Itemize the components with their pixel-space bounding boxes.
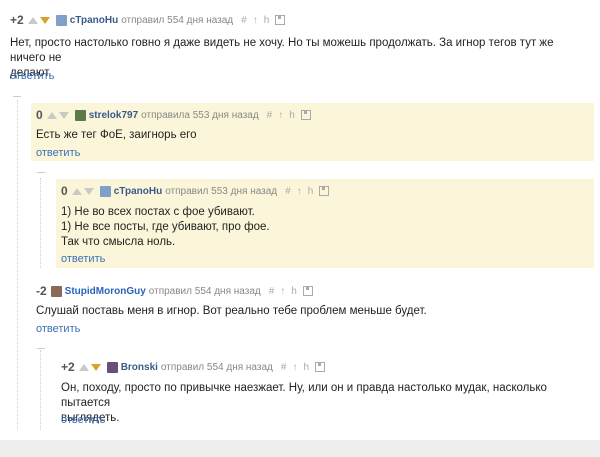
comment-author[interactable]: сТраnоНu [70,15,119,26]
thread-icon[interactable]: h [291,286,297,297]
comment-score: +2 [61,360,75,374]
reply-link[interactable]: ответить [61,253,105,265]
thread-icon[interactable]: h [308,186,314,197]
comment-author[interactable]: strelok797 [89,110,138,121]
parent-icon[interactable]: ↑ [280,286,285,297]
comment-author[interactable]: StupidMoronGuy [65,286,146,297]
comment-header: -2 StupidMoronGuy отправил 554 дня назад… [36,283,313,299]
save-icon[interactable] [315,362,325,372]
comment-author[interactable]: Bronski [121,362,158,373]
comment-score: +2 [10,13,24,27]
comment-line: делают. [10,67,52,79]
comment-line: 1) Не во всех постах с фое убивают. [61,206,255,218]
comment: +2 сТраnоНu отправил 554 дня назад # ↑ h… [10,12,595,87]
permalink-icon[interactable]: # [269,286,275,297]
comment: 0 сТраnоНu отправил 553 дня назад # ↑ h … [61,183,591,268]
downvote-icon[interactable] [90,363,101,371]
comment-line: Так что смысла ноль. [61,236,176,248]
parent-icon[interactable]: ↑ [253,15,258,26]
comment-line: Слушай поставь меня в игнор. Вот реально… [36,305,427,317]
collapse-icon[interactable] [37,172,45,173]
comment-meta: отправил 554 дня назад [148,285,261,297]
comment-header: 0 strelok797 отправила 553 дня назад # ↑… [36,107,311,123]
collapse-icon[interactable] [37,348,45,349]
comment-meta: отправил 554 дня назад [160,361,273,373]
comment-text: Слушай поставь меня в игнор. Вот реально… [36,304,581,319]
save-icon[interactable] [302,286,313,296]
reply-link[interactable]: ответить [61,414,105,426]
comment-text: Нет, просто настолько говно я даже видет… [10,36,590,81]
comment-line: выглядеть. [61,412,120,424]
thread-icon[interactable]: h [303,362,309,373]
comment-author[interactable]: сТраnоНu [114,186,163,197]
avatar[interactable] [50,285,62,297]
reply-link[interactable]: ответить [10,70,54,82]
comment: -2 StupidMoronGuy отправил 554 дня назад… [36,283,591,338]
thread-line [17,100,19,430]
avatar[interactable] [74,109,86,121]
comment-meta: отправил 554 дня назад [121,14,234,26]
comment-meta: отправила 553 дня назад [141,109,259,121]
comment-text: Есть же тег ФоЕ, заигнорь его [36,128,576,143]
comment-header: 0 сТраnоНu отправил 553 дня назад # ↑ h [61,183,330,199]
downvote-icon[interactable] [83,187,94,195]
comment-header: +2 Bronski отправил 554 дня назад # ↑ h [61,359,325,375]
comment-line: Он, походу, просто по привычке наезжает.… [61,382,547,409]
page-footer-bar [0,440,600,457]
upvote-icon[interactable] [71,187,82,195]
comment-score: 0 [61,184,68,198]
comment-line: 1) Не все посты, где убивают, про фое. [61,221,270,233]
avatar[interactable] [106,361,118,373]
thread-icon[interactable]: h [264,15,270,26]
upvote-icon[interactable] [27,16,38,24]
save-icon[interactable] [300,110,311,120]
collapse-icon[interactable] [13,96,21,97]
downvote-icon[interactable] [39,16,50,24]
comment: 0 strelok797 отправила 553 дня назад # ↑… [36,107,591,162]
permalink-icon[interactable]: # [281,362,287,373]
permalink-icon[interactable]: # [285,186,291,197]
comment-text: Он, походу, просто по привычке наезжает.… [61,381,581,426]
comment-line: Нет, просто настолько говно я даже видет… [10,37,554,64]
reply-link[interactable]: ответить [36,147,80,159]
comment-header: +2 сТраnоНu отправил 554 дня назад # ↑ h [10,12,286,28]
avatar[interactable] [99,185,111,197]
comment: +2 Bronski отправил 554 дня назад # ↑ h … [61,359,591,431]
thread-line [40,178,42,268]
thread-icon[interactable]: h [289,110,295,121]
downvote-icon[interactable] [58,111,69,119]
save-icon[interactable] [319,186,330,196]
upvote-icon[interactable] [78,363,89,371]
comment-score: 0 [36,108,43,122]
upvote-icon[interactable] [46,111,57,119]
comment-text: 1) Не во всех постах с фое убивают. 1) Н… [61,205,581,250]
reply-link[interactable]: ответить [36,323,80,335]
comment-score: -2 [36,284,47,298]
parent-icon[interactable]: ↑ [292,362,297,373]
thread-line [40,350,42,430]
permalink-icon[interactable]: # [267,110,273,121]
comment-line: Есть же тег ФоЕ, заигнорь его [36,129,197,141]
avatar[interactable] [55,14,67,26]
comment-meta: отправил 553 дня назад [165,185,278,197]
parent-icon[interactable]: ↑ [297,186,302,197]
parent-icon[interactable]: ↑ [278,110,283,121]
save-icon[interactable] [275,15,286,25]
permalink-icon[interactable]: # [241,15,247,26]
